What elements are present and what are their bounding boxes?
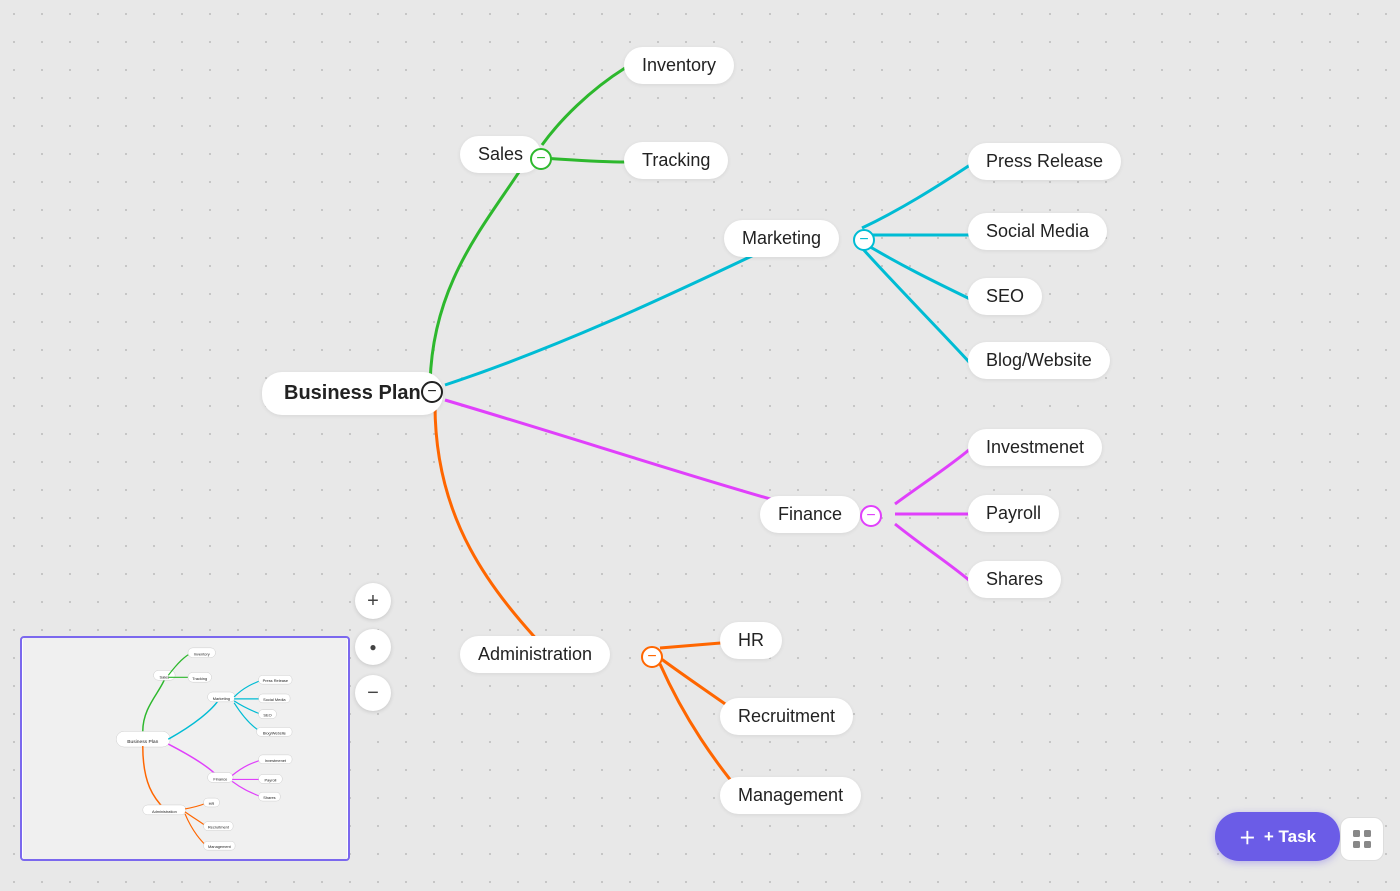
zoom-reset-button[interactable]: ● [355,629,391,665]
svg-text:Recruitment: Recruitment [208,825,230,830]
svg-text:Sales: Sales [159,674,169,679]
sales-collapse-dot[interactable]: − [530,148,552,170]
administration-collapse-dot[interactable]: − [641,646,663,668]
investmenet-node[interactable]: Investmenet [968,429,1102,466]
zoom-out-button[interactable]: − [355,675,391,711]
social-media-label: Social Media [986,221,1089,241]
svg-text:Investmenet: Investmenet [265,758,287,763]
svg-text:Social Media: Social Media [263,697,286,702]
grid-icon [1351,828,1373,850]
zoom-controls: + ● − [355,583,391,711]
tracking-node[interactable]: Tracking [624,142,728,179]
inventory-label: Inventory [642,55,716,75]
marketing-collapse-dot[interactable]: − [853,229,875,251]
hr-label: HR [738,630,764,650]
hr-node[interactable]: HR [720,622,782,659]
svg-text:Business Plan: Business Plan [127,739,158,745]
center-node[interactable]: Business Plan [262,372,443,415]
finance-collapse-dot[interactable]: − [860,505,882,527]
finance-label: Finance [778,504,842,524]
apps-button[interactable] [1340,817,1384,861]
svg-text:SEO: SEO [263,713,271,718]
minimap: Business Plan Sales Inventory Tracking M… [20,636,350,861]
svg-text:Marketing: Marketing [213,696,230,701]
administration-label: Administration [478,644,592,664]
tracking-label: Tracking [642,150,710,170]
press-release-node[interactable]: Press Release [968,143,1121,180]
task-button[interactable]: ＋ + Task [1215,812,1340,861]
svg-text:Management: Management [208,844,232,849]
management-node[interactable]: Management [720,777,861,814]
blog-website-node[interactable]: Blog/Website [968,342,1110,379]
center-label: Business Plan [284,382,421,404]
recruitment-label: Recruitment [738,706,835,726]
zoom-in-button[interactable]: + [355,583,391,619]
seo-label: SEO [986,286,1024,306]
svg-text:Administration: Administration [152,809,177,814]
task-button-label: + Task [1264,827,1316,847]
blog-website-label: Blog/Website [986,350,1092,370]
svg-text:Payroll: Payroll [264,777,276,782]
sales-node[interactable]: Sales [460,136,541,173]
svg-text:HR: HR [209,801,215,806]
administration-node[interactable]: Administration [460,636,610,673]
shares-label: Shares [986,569,1043,589]
recruitment-node[interactable]: Recruitment [720,698,853,735]
finance-node[interactable]: Finance [760,496,860,533]
social-media-node[interactable]: Social Media [968,213,1107,250]
svg-text:Finance: Finance [213,776,227,781]
task-button-icon: ＋ [1239,824,1256,849]
press-release-label: Press Release [986,151,1103,171]
marketing-node[interactable]: Marketing [724,220,839,257]
center-collapse-dot[interactable]: − [421,381,443,403]
shares-node[interactable]: Shares [968,561,1061,598]
sales-label: Sales [478,144,523,164]
payroll-node[interactable]: Payroll [968,495,1059,532]
inventory-node[interactable]: Inventory [624,47,734,84]
investmenet-label: Investmenet [986,437,1084,457]
marketing-label: Marketing [742,228,821,248]
svg-text:Tracking: Tracking [192,676,207,681]
management-label: Management [738,785,843,805]
svg-text:Shares: Shares [263,795,275,800]
svg-text:Blog/Website: Blog/Website [263,730,286,735]
svg-text:Inventory: Inventory [194,652,210,657]
svg-text:Press Release: Press Release [263,678,288,683]
payroll-label: Payroll [986,503,1041,523]
seo-node[interactable]: SEO [968,278,1042,315]
